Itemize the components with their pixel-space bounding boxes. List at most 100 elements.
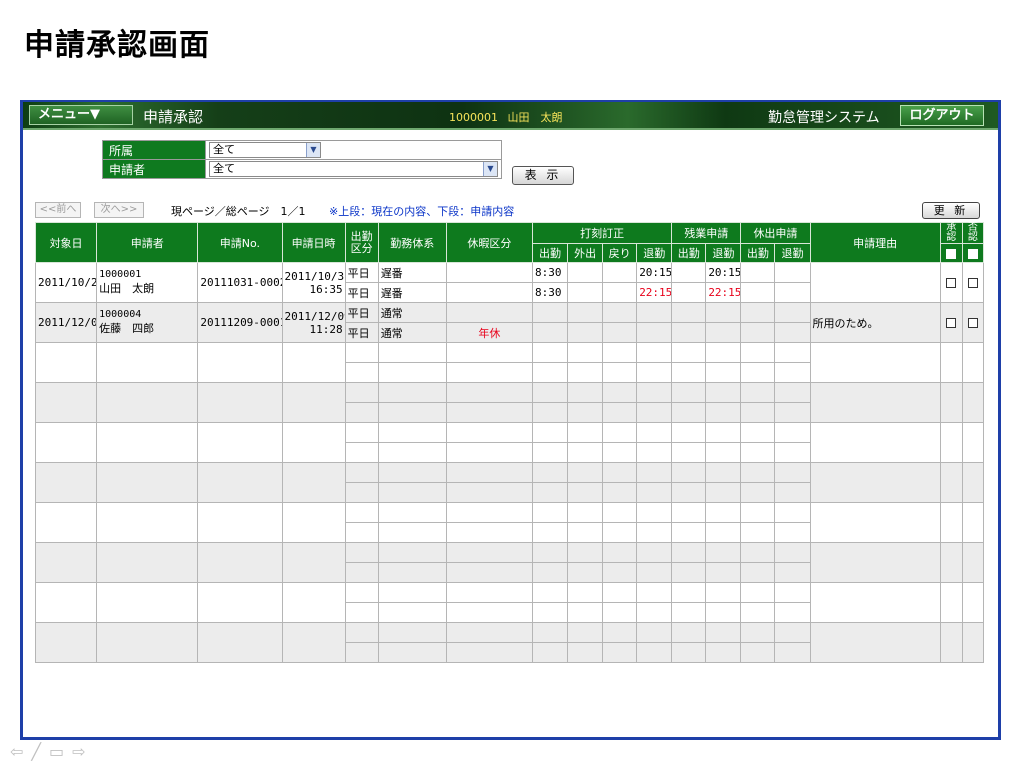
empty-cell — [671, 562, 707, 583]
menu-button[interactable]: メニュー▼ — [29, 105, 133, 125]
empty-cell — [939, 342, 963, 383]
empty-cell — [344, 522, 379, 543]
empty-cell — [705, 362, 742, 383]
page-info: 現ページ／総ページ 1／1 — [171, 205, 306, 218]
cell-leave: 年休 — [445, 322, 534, 343]
col-stamp-back: 戻り — [602, 243, 638, 263]
empty-cell — [281, 622, 346, 663]
empty-cell — [377, 362, 447, 383]
empty-cell — [740, 502, 776, 523]
arrow-right-icon[interactable]: ⇨ — [72, 742, 93, 761]
empty-cell — [636, 542, 673, 563]
prev-page-button[interactable]: <<前へ — [35, 202, 81, 218]
col-ot-leave: 退勤 — [705, 243, 742, 263]
empty-cell — [344, 422, 379, 443]
empty-cell — [961, 622, 985, 663]
empty-cell — [567, 442, 604, 463]
reject-checkbox[interactable] — [961, 302, 985, 343]
col-approve: 承認 — [939, 222, 963, 244]
empty-cell — [740, 602, 776, 623]
empty-cell — [531, 582, 569, 603]
empty-cell — [636, 562, 673, 583]
empty-cell — [531, 402, 569, 423]
empty-cell — [531, 502, 569, 523]
empty-cell — [445, 342, 534, 363]
dept-select[interactable]: 全て ▼ — [209, 142, 321, 158]
arrow-left-icon[interactable]: ⇦ — [10, 742, 31, 761]
empty-cell — [774, 482, 811, 503]
empty-cell — [197, 622, 283, 663]
cell-leave — [445, 282, 534, 303]
empty-cell — [281, 462, 346, 503]
list-icon[interactable]: ▭ — [49, 742, 72, 761]
empty-cell — [774, 442, 811, 463]
empty-cell — [281, 582, 346, 623]
empty-cell — [705, 422, 742, 443]
empty-cell — [602, 582, 638, 603]
empty-cell — [377, 422, 447, 443]
empty-cell — [671, 382, 707, 403]
approve-checkbox[interactable] — [939, 302, 963, 343]
cell-kubun: 平日 — [344, 282, 379, 303]
empty-cell — [939, 542, 963, 583]
empty-cell — [961, 582, 985, 623]
col-ot-in: 出勤 — [671, 243, 707, 263]
cell-shift: 遅番 — [377, 282, 447, 303]
empty-cell — [636, 462, 673, 483]
reject-all-checkbox[interactable] — [961, 243, 985, 263]
empty-cell — [774, 462, 811, 483]
empty-cell — [939, 422, 963, 463]
empty-cell — [774, 362, 811, 383]
empty-cell — [567, 402, 604, 423]
cell-hw-end — [774, 302, 811, 323]
empty-cell — [531, 422, 569, 443]
empty-cell — [377, 582, 447, 603]
dept-label: 所属 — [102, 140, 206, 160]
cell-hw-end — [774, 282, 811, 303]
table-row — [34, 502, 985, 543]
empty-cell — [445, 442, 534, 463]
empty-cell — [740, 622, 776, 643]
empty-cell — [567, 622, 604, 643]
table-row: 2011/10/27 1000001 山田 太朗 20111031-0002 20… — [34, 262, 985, 303]
empty-cell — [740, 482, 776, 503]
empty-cell — [531, 542, 569, 563]
pen-icon[interactable]: ╱ — [31, 742, 49, 761]
empty-cell — [445, 482, 534, 503]
empty-cell — [197, 582, 283, 623]
cell-ot-end: 20:15 — [705, 262, 742, 283]
app-window: メニュー▼ 申請承認 1000001 山田 太朗 勤怠管理システム ログアウト … — [20, 100, 1001, 740]
cell-ot-end — [705, 302, 742, 323]
empty-cell — [961, 342, 985, 383]
logout-button[interactable]: ログアウト — [900, 105, 984, 126]
refresh-button[interactable]: 更 新 — [922, 202, 980, 219]
col-stamp-in: 出勤 — [531, 243, 569, 263]
empty-cell — [602, 542, 638, 563]
cell-end: 22:15 — [636, 282, 673, 303]
reject-checkbox[interactable] — [961, 262, 985, 303]
row-reason — [809, 262, 941, 303]
applicant-select[interactable]: 全て ▼ — [209, 161, 498, 177]
empty-cell — [96, 542, 199, 583]
show-button[interactable]: 表 示 — [512, 166, 574, 185]
approve-all-checkbox[interactable] — [939, 243, 963, 263]
table-row: 2011/12/01 1000004 佐藤 四郎 20111209-0001 20… — [34, 302, 985, 343]
empty-cell — [705, 522, 742, 543]
empty-cell — [34, 622, 98, 663]
cell-in — [531, 322, 569, 343]
empty-cell — [34, 542, 98, 583]
empty-cell — [344, 442, 379, 463]
col-reject-label: 否認 — [967, 222, 978, 243]
approve-checkbox[interactable] — [939, 262, 963, 303]
empty-cell — [344, 482, 379, 503]
empty-cell — [445, 622, 534, 643]
empty-cell — [445, 402, 534, 423]
next-page-button[interactable]: 次へ>> — [94, 202, 144, 218]
approval-table: 対象日 申請者 申請No. 申請日時 出勤区分 勤務体系 休暇区分 打刻訂正 残… — [34, 222, 985, 663]
empty-cell — [377, 462, 447, 483]
empty-cell — [377, 542, 447, 563]
cell-back — [602, 282, 638, 303]
empty-cell — [197, 422, 283, 463]
empty-cell — [961, 542, 985, 583]
cell-shift: 通常 — [377, 302, 447, 323]
